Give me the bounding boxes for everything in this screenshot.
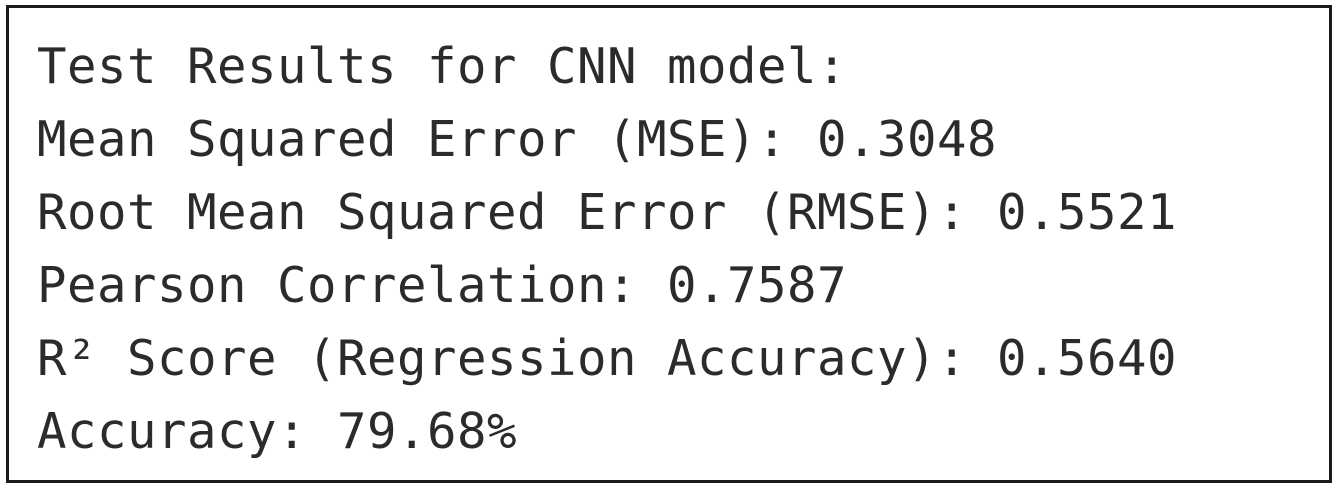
output-lines: Test Results for CNN model: Mean Squared… xyxy=(37,30,1177,468)
pearson-line: Pearson Correlation: 0.7587 xyxy=(37,257,848,314)
mse-line: Mean Squared Error (MSE): 0.3048 xyxy=(37,111,998,168)
accuracy-line: Accuracy: 79.68% xyxy=(37,403,518,460)
r2-score-line: R² Score (Regression Accuracy): 0.5640 xyxy=(37,330,1178,387)
output-heading: Test Results for CNN model: xyxy=(37,38,848,95)
console-output-panel: Test Results for CNN model: Mean Squared… xyxy=(6,5,1332,483)
rmse-line: Root Mean Squared Error (RMSE): 0.5521 xyxy=(37,184,1178,241)
